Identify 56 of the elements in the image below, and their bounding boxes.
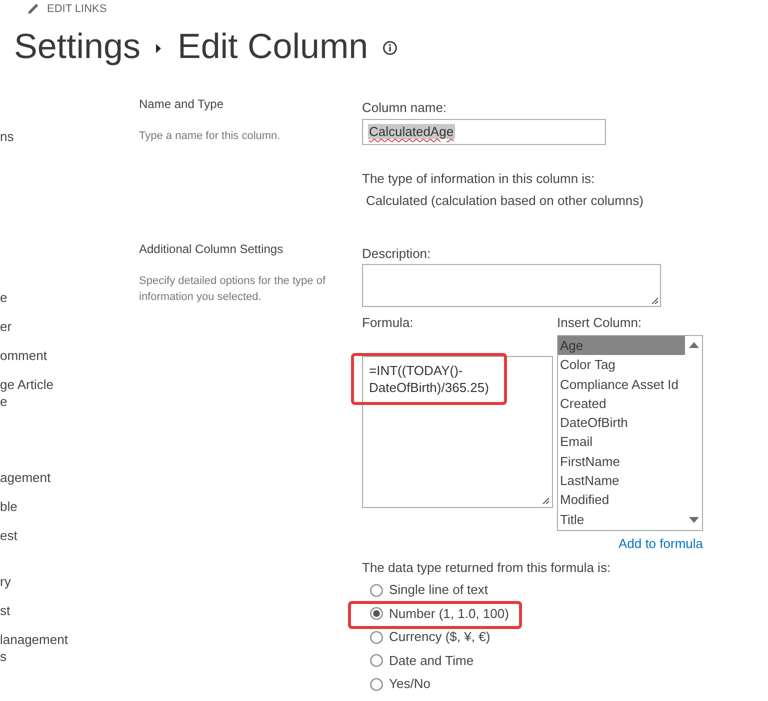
add-to-formula-link[interactable]: Add to formula [618,536,703,552]
list-option[interactable]: DateOfBirth [558,413,685,432]
page-title: Edit Column [177,26,368,68]
list-option[interactable]: FirstName [558,452,685,472]
nav-link[interactable]: ry [0,572,11,590]
radio-icon[interactable] [370,584,383,596]
radio-icon[interactable] [370,654,383,667]
resize-grip-icon[interactable] [542,497,549,504]
radio-option[interactable]: Date and Time [370,652,474,668]
field-label: Description: [362,246,431,262]
caret-icon [156,44,162,53]
breadcrumb-link[interactable]: Settings [14,26,140,68]
info-icon[interactable] [383,41,398,55]
field-label: Insert Column: [557,315,642,331]
section-title: Additional Column Settings [139,241,284,257]
list-option[interactable]: LastName [558,471,685,490]
type-value: Calculated (calculation based on other columns) [365,193,644,209]
list-option[interactable]: Compliance Asset Id [558,374,685,394]
nav-link[interactable]: est [0,526,18,544]
nav-link[interactable]: lanagement s [0,630,68,664]
formula-field[interactable]: =INT((TODAY()-DateOfBirth)/365.25) [362,356,553,508]
radio-option[interactable]: Number (1, 1.0, 100) [370,606,509,622]
section-description: Type a name for this column. [139,129,282,144]
nav-link[interactable]: agement [0,468,51,486]
list-option[interactable]: Modified [558,490,685,510]
nav-link[interactable]: e [0,288,8,306]
section-description: Specify detailed options for the type of information you selected. [139,274,327,305]
radio-option[interactable]: Yes/No [370,676,430,692]
radio-icon[interactable] [370,630,383,644]
nav-link[interactable]: ns [0,128,14,144]
field-label: Column name: [362,100,447,116]
nav-link[interactable]: st [0,602,10,618]
description-field[interactable] [362,264,661,307]
edit-links-link[interactable]: EDIT LINKS [28,2,107,16]
radio-icon[interactable] [370,607,383,620]
radio-option[interactable]: Currency ($, ¥, €) [370,629,490,645]
field-label: Formula: [362,315,414,331]
pencil-icon [28,3,39,14]
type-label: The type of information in this column is: [362,171,595,187]
section-title: Name and Type [139,96,224,112]
scroll-up-icon[interactable] [688,342,698,348]
column-listbox[interactable]: Age Color Tag Compliance Asset Id Created DateOfBirth Email FirstName LastName Modified Title [557,335,703,531]
list-option[interactable]: Title [558,510,685,529]
list-option[interactable]: Created [558,394,685,414]
list-option[interactable]: Email [558,432,685,452]
scroll-down-icon[interactable] [688,517,698,523]
nav-link[interactable]: ble [0,498,18,514]
resize-grip-icon[interactable] [651,297,658,304]
list-option[interactable]: Color Tag [558,355,685,375]
nav-link[interactable]: er [0,318,12,334]
nav-link[interactable]: ge Article e [0,376,54,410]
return-type-label: The data type returned from this formula is: [362,560,611,576]
radio-option[interactable]: Single line of text [370,582,488,598]
column-name-field[interactable]: CalculatedAge [362,119,606,145]
nav-link[interactable]: omment [0,346,47,364]
radio-icon[interactable] [370,678,383,690]
